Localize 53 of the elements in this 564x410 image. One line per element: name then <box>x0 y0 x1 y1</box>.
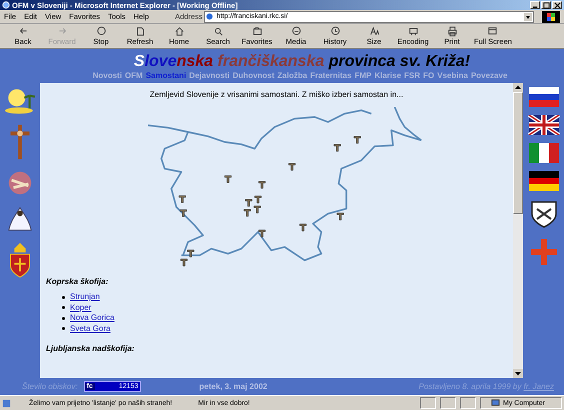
printer-icon <box>446 26 458 37</box>
house-icon <box>174 26 184 37</box>
diocese-heading: Koprska škofija: <box>46 277 110 286</box>
minimize-button[interactable] <box>530 1 540 9</box>
date-text: petek, 3. maj 2002 <box>199 382 268 391</box>
monastery-icon[interactable] <box>336 212 344 220</box>
monastery-icon[interactable] <box>258 230 266 238</box>
visits-label: Število obiskov: <box>22 382 78 391</box>
dropdown-arrow-icon[interactable] <box>524 12 532 20</box>
bullet-icon <box>62 296 65 299</box>
bullet-icon <box>62 306 65 310</box>
monastery-icon[interactable] <box>224 175 232 183</box>
sun-island-icon[interactable] <box>4 87 36 115</box>
monastery-link[interactable]: Koper <box>70 302 92 313</box>
scroll-thumb[interactable] <box>513 92 523 214</box>
flag-icon[interactable] <box>528 171 560 191</box>
monastery-link[interactable]: Nova Gorica <box>70 313 114 324</box>
bullet-icon <box>62 327 65 330</box>
monastery-link[interactable]: Strunjan <box>70 292 100 302</box>
posted-text: Postavljeno 8. aprila 1999 by <box>418 382 522 391</box>
browser-icon <box>2 1 10 9</box>
close-button[interactable] <box>552 1 562 9</box>
bullet-icon <box>62 316 65 320</box>
page-icon <box>2 398 11 408</box>
letters-icon <box>368 26 380 37</box>
status-pane <box>420 397 436 409</box>
diocese-heading: Ljubljanska nadškofija: <box>46 344 136 353</box>
scrollbar[interactable] <box>513 83 523 378</box>
close-icon <box>554 2 560 8</box>
maximize-button[interactable] <box>541 1 551 9</box>
monastery-icon[interactable] <box>354 136 361 144</box>
flag-icon[interactable] <box>528 115 560 135</box>
search-icon <box>212 26 224 37</box>
window-icon <box>487 26 498 37</box>
windows-logo-icon <box>542 10 560 22</box>
intro-text: Zemljevid Slovenije z vrisanimi samostani. Z miško izberi samostan in... <box>148 90 404 99</box>
flag-icon[interactable] <box>528 87 560 107</box>
document-icon <box>134 26 146 37</box>
monastery-icon[interactable] <box>299 224 307 232</box>
page-icon <box>206 13 214 20</box>
maximize-icon <box>542 2 550 8</box>
scroll-down-icon[interactable] <box>513 369 523 378</box>
monastery-icon[interactable] <box>288 163 296 171</box>
clock-icon <box>330 26 340 37</box>
monitor-icon <box>408 26 418 37</box>
status-pane <box>440 397 456 409</box>
computer-icon <box>491 398 500 408</box>
scroll-up-icon[interactable] <box>513 83 523 92</box>
monastery-icon[interactable] <box>334 144 341 152</box>
monastery-link[interactable]: Sveta Gora <box>70 324 110 334</box>
site-title: Slovenska frančiškanska provinca sv. Križa! <box>132 52 472 71</box>
folder-icon <box>252 26 262 37</box>
status-pane <box>460 397 476 409</box>
